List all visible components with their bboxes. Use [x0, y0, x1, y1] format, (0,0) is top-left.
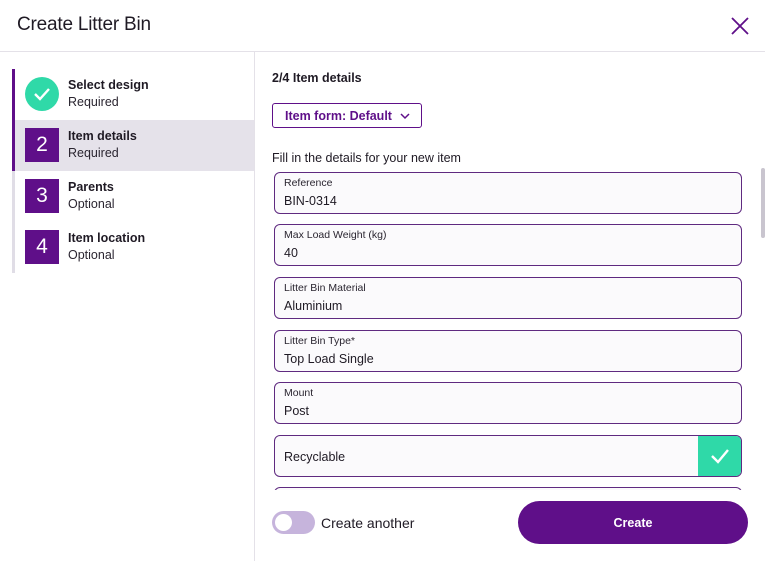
step-name: Item location	[68, 231, 146, 245]
step-number: 4	[25, 230, 59, 264]
scrollbar[interactable]	[761, 168, 765, 238]
field-label: Litter Bin Type*	[284, 335, 356, 347]
item-details-panel: 2/4 Item details Item form: Default Fill…	[256, 52, 765, 561]
max-load-weight-field[interactable]: Max Load Weight (kg) 40	[274, 224, 742, 266]
create-another-label: Create another	[321, 515, 415, 531]
field-value: 40	[284, 246, 298, 260]
checkbox-checked[interactable]	[698, 436, 741, 476]
dialog-footer: Create another Create	[256, 490, 765, 561]
field-value: Post	[284, 404, 310, 418]
field-label: Reference	[284, 177, 333, 189]
field-label: Mount	[284, 387, 314, 399]
step-number: 2	[25, 128, 59, 162]
checkbox-label: Recyclable	[284, 450, 346, 464]
field-value: Aluminium	[284, 299, 343, 313]
step-status: Required	[68, 146, 119, 160]
litter-bin-material-field[interactable]: Litter Bin Material Aluminium	[274, 277, 742, 319]
step-status: Optional	[68, 248, 115, 262]
step-item-details[interactable]: 2 Item details Required	[12, 120, 254, 171]
chevron-down-icon	[400, 112, 410, 119]
step-select-design[interactable]: Select design Required	[12, 69, 254, 120]
step-name: Parents	[68, 180, 114, 194]
field-label: Litter Bin Material	[284, 282, 366, 294]
steps-sidebar: Select design Required 2 Item details Re…	[0, 52, 255, 561]
step-name: Select design	[68, 78, 149, 92]
dialog-header: Create Litter Bin	[0, 0, 765, 52]
form-instructions: Fill in the details for your new item	[272, 151, 461, 165]
steps-list: Select design Required 2 Item details Re…	[12, 69, 254, 273]
toggle-knob	[275, 514, 292, 531]
step-item-location[interactable]: 4 Item location Optional	[15, 222, 254, 273]
item-form-dropdown[interactable]: Item form: Default	[272, 103, 422, 128]
dialog-title: Create Litter Bin	[17, 14, 151, 35]
step-status: Required	[68, 95, 119, 109]
field-value: BIN-0314	[284, 194, 337, 208]
step-name: Item details	[68, 129, 137, 143]
step-title: 2/4 Item details	[272, 71, 362, 85]
create-item-dialog: Create Litter Bin Select design Required…	[0, 0, 765, 561]
create-another-toggle[interactable]	[272, 511, 315, 534]
close-icon[interactable]	[729, 15, 751, 37]
field-value: Top Load Single	[284, 352, 374, 366]
mount-field[interactable]: Mount Post	[274, 382, 742, 424]
reference-field[interactable]: Reference BIN-0314	[274, 172, 742, 214]
item-form-label: Item form: Default	[285, 108, 392, 123]
recyclable-checkbox[interactable]: Recyclable	[274, 435, 742, 477]
litter-bin-type-field[interactable]: Litter Bin Type* Top Load Single	[274, 330, 742, 372]
check-icon	[25, 77, 59, 111]
step-number: 3	[25, 179, 59, 213]
step-parents[interactable]: 3 Parents Optional	[15, 171, 254, 222]
create-button[interactable]: Create	[518, 501, 748, 544]
step-status: Optional	[68, 197, 115, 211]
check-icon	[710, 449, 729, 464]
field-label: Max Load Weight (kg)	[284, 229, 387, 241]
